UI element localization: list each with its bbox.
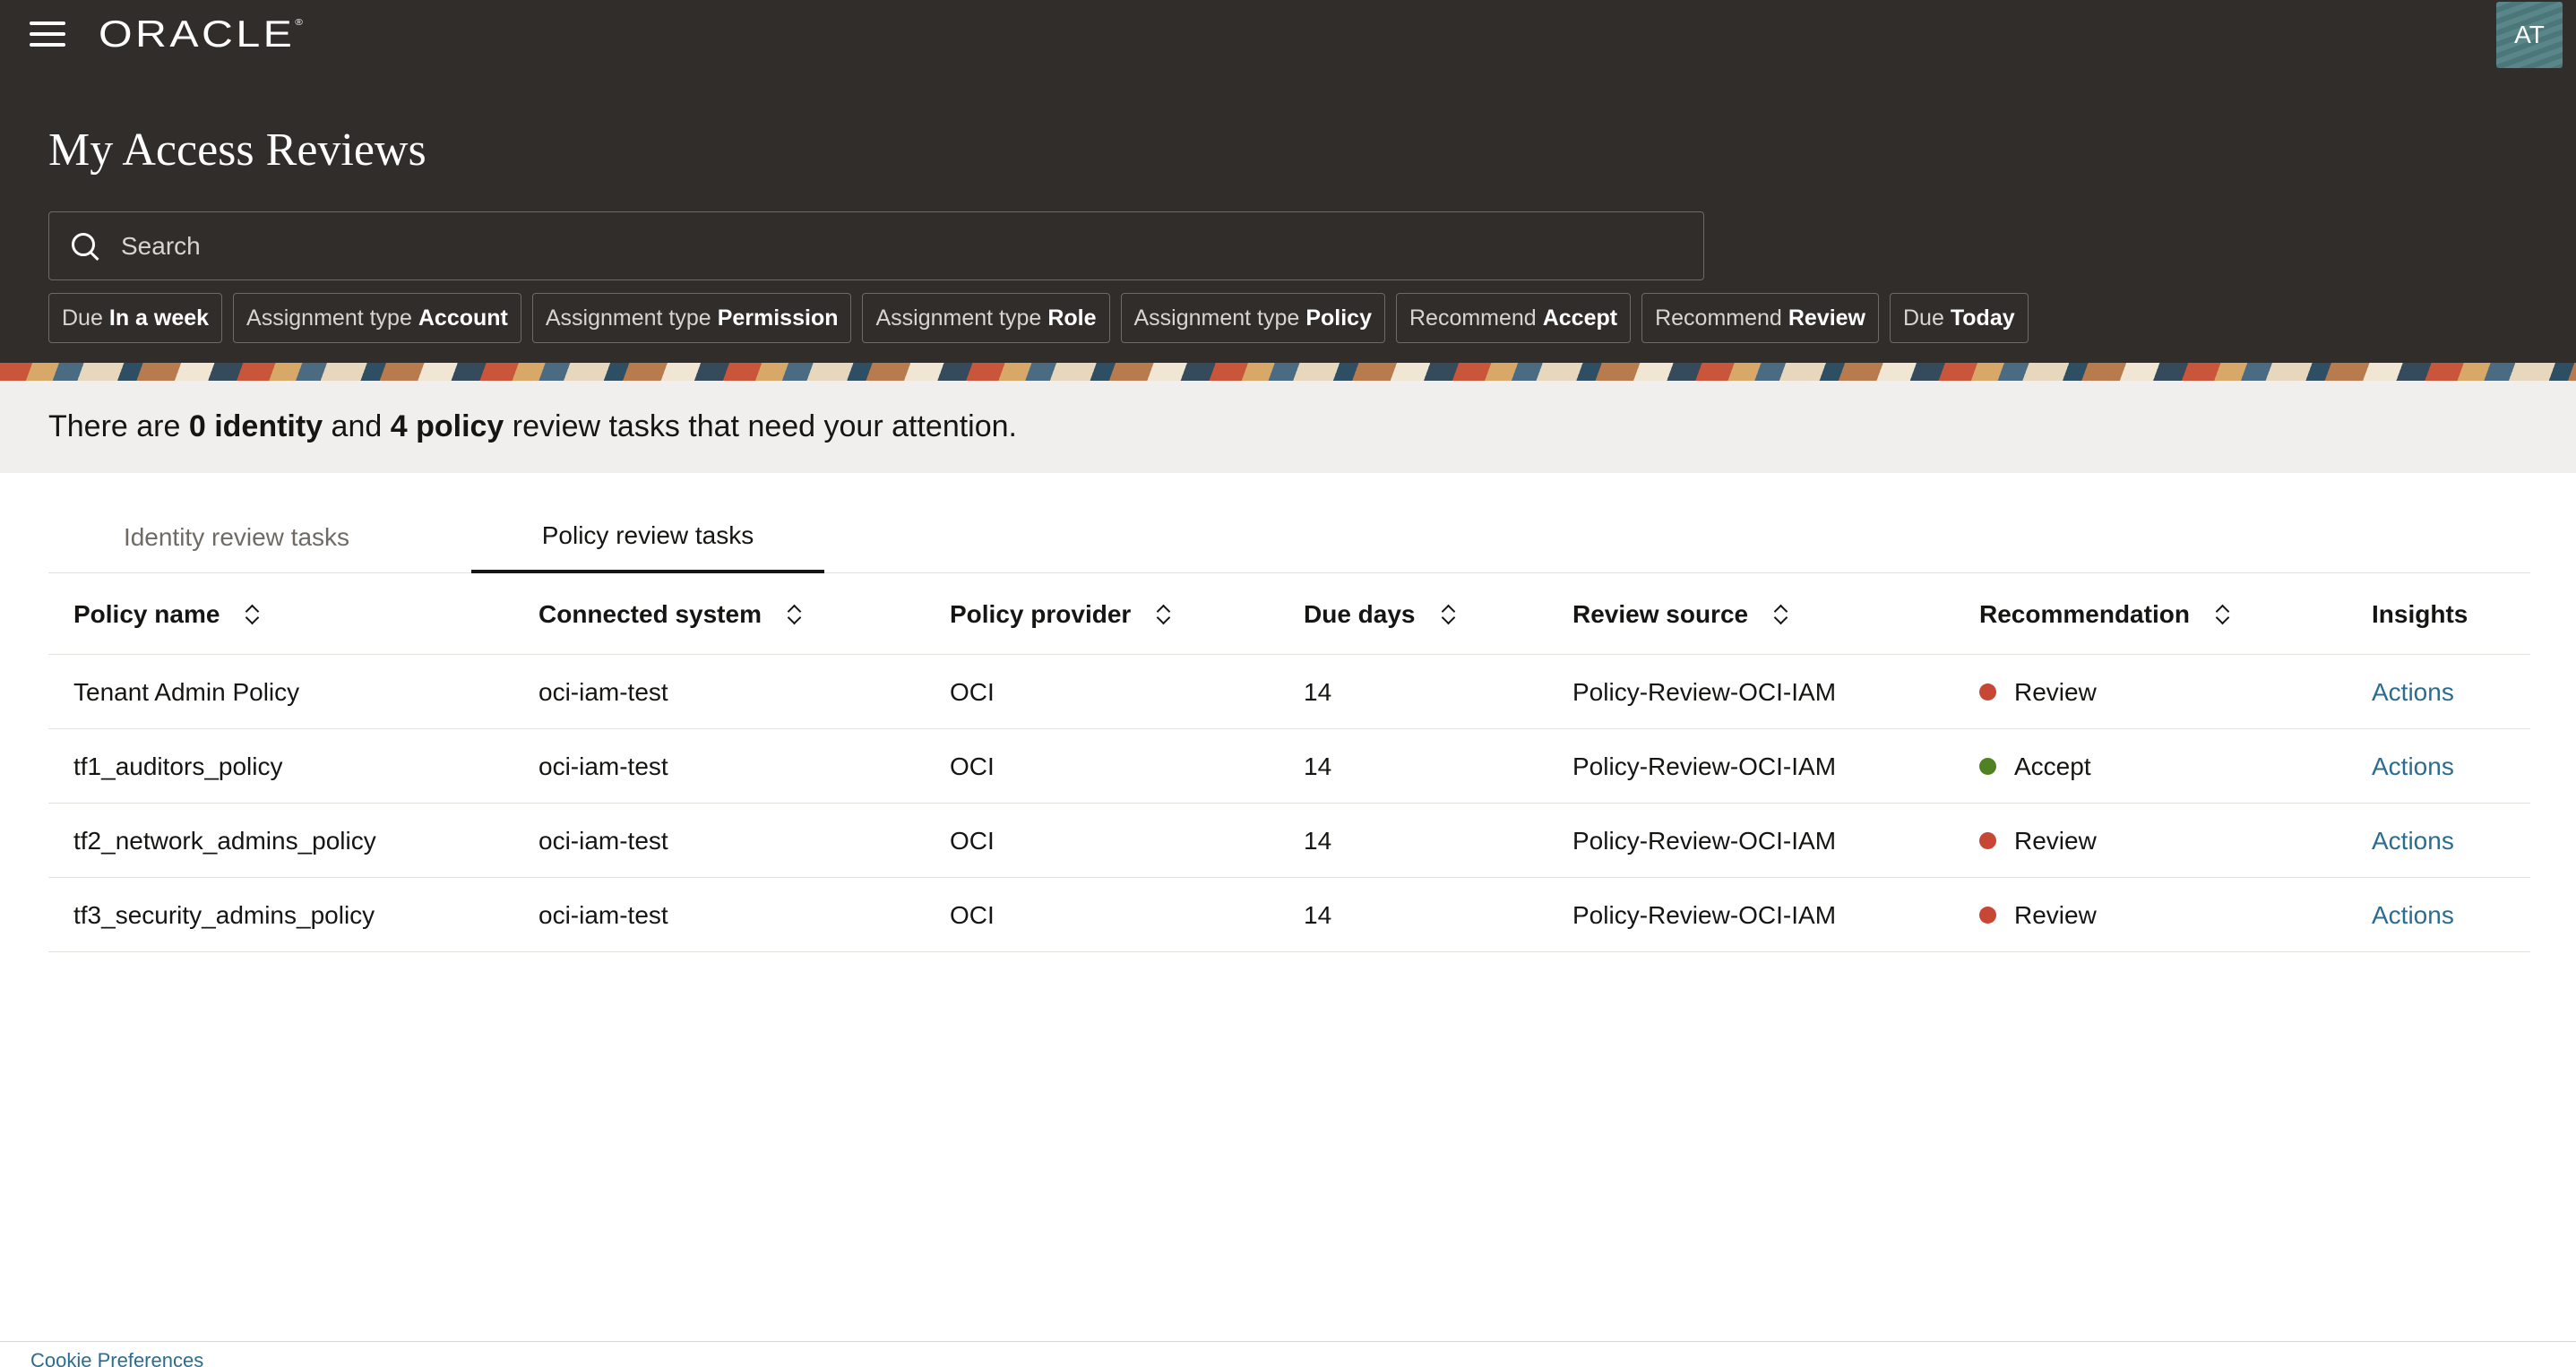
sort-icon[interactable]	[1773, 603, 1788, 626]
cell-review-source: Policy-Review-OCI-IAM	[1572, 752, 1837, 780]
cell-review-source: Policy-Review-OCI-IAM	[1572, 826, 1837, 855]
cell-recommendation: Accept	[1979, 729, 2091, 804]
cell-connected-system: oci-iam-test	[538, 826, 668, 855]
review-tabs: Identity review tasks Policy review task…	[48, 502, 2530, 573]
cell-policy-name: tf1_auditors_policy	[73, 752, 283, 780]
policy-count: 4 policy	[390, 409, 504, 443]
cell-policy-name: tf3_security_admins_policy	[73, 900, 375, 929]
table-row[interactable]: Tenant Admin Policy oci-iam-test OCI 14 …	[48, 655, 2530, 729]
sort-icon[interactable]	[1441, 603, 1455, 626]
table-header: Policy name Connected system Policy prov…	[48, 573, 2530, 655]
cell-recommendation: Review	[1979, 804, 2097, 878]
decorative-banner	[0, 363, 2576, 381]
filter-chip-assignment-role[interactable]: Assignment type Role	[862, 293, 1110, 343]
sort-icon[interactable]	[245, 603, 259, 626]
oracle-logo[interactable]: ORACLE®	[99, 13, 303, 56]
search-box[interactable]	[48, 211, 1704, 280]
column-header-policy-name[interactable]: Policy name	[73, 573, 259, 655]
actions-link[interactable]: Actions	[2372, 729, 2454, 804]
filter-chip-assignment-policy[interactable]: Assignment type Policy	[1120, 293, 1385, 343]
column-header-connected-system[interactable]: Connected system	[538, 573, 801, 655]
footer-divider	[0, 1341, 2576, 1342]
identity-count: 0 identity	[188, 409, 323, 443]
cell-connected-system: oci-iam-test	[538, 752, 668, 780]
cell-due-days: 14	[1304, 752, 1332, 780]
status-dot-icon	[1979, 907, 1996, 924]
sort-icon[interactable]	[2215, 603, 2229, 626]
cell-policy-provider: OCI	[950, 752, 995, 780]
cell-policy-name: Tenant Admin Policy	[73, 677, 300, 706]
table-row[interactable]: tf1_auditors_policy oci-iam-test OCI 14 …	[48, 729, 2530, 804]
tab-identity-review-tasks[interactable]: Identity review tasks	[48, 502, 425, 573]
sort-icon[interactable]	[787, 603, 801, 626]
summary-message: There are 0 identity and 4 policy review…	[0, 381, 2576, 473]
user-avatar[interactable]: AT	[2496, 2, 2563, 68]
column-header-due-days[interactable]: Due days	[1304, 573, 1455, 655]
filter-chip-due-today[interactable]: Due Today	[1890, 293, 2029, 343]
policy-review-table: Policy name Connected system Policy prov…	[48, 573, 2530, 952]
filter-chip-recommend-accept[interactable]: Recommend Accept	[1395, 293, 1632, 343]
tab-policy-review-tasks[interactable]: Policy review tasks	[471, 502, 824, 573]
filter-chips: Due In a week Assignment type Account Assi…	[48, 293, 2029, 343]
cell-review-source: Policy-Review-OCI-IAM	[1572, 677, 1837, 706]
status-dot-icon	[1979, 684, 1996, 701]
cell-due-days: 14	[1304, 826, 1332, 855]
page-title: My Access Reviews	[48, 125, 426, 176]
actions-link[interactable]: Actions	[2372, 655, 2454, 729]
status-dot-icon	[1979, 758, 1996, 775]
status-dot-icon	[1979, 832, 1996, 849]
cell-policy-provider: OCI	[950, 826, 995, 855]
cell-connected-system: oci-iam-test	[538, 900, 668, 929]
cell-review-source: Policy-Review-OCI-IAM	[1572, 900, 1837, 929]
search-icon	[69, 230, 101, 262]
column-header-policy-provider[interactable]: Policy provider	[950, 573, 1170, 655]
table-row[interactable]: tf2_network_admins_policy oci-iam-test O…	[48, 804, 2530, 878]
filter-chip-assignment-permission[interactable]: Assignment type Permission	[531, 293, 852, 343]
cell-due-days: 14	[1304, 900, 1332, 929]
cell-recommendation: Review	[1979, 655, 2097, 729]
column-header-recommendation[interactable]: Recommendation	[1979, 573, 2229, 655]
cell-policy-provider: OCI	[950, 677, 995, 706]
column-header-insights: Insights	[2372, 599, 2468, 628]
filter-chip-due-in-a-week[interactable]: Due In a week	[48, 293, 223, 343]
filter-chip-recommend-review[interactable]: Recommend Review	[1641, 293, 1879, 343]
actions-link[interactable]: Actions	[2372, 878, 2454, 952]
cell-policy-name: tf2_network_admins_policy	[73, 826, 376, 855]
cell-due-days: 14	[1304, 677, 1332, 706]
table-row[interactable]: tf3_security_admins_policy oci-iam-test …	[48, 878, 2530, 952]
cookie-preferences-link[interactable]: Cookie Preferences	[30, 1349, 203, 1367]
cell-connected-system: oci-iam-test	[538, 677, 668, 706]
header: ORACLE® AT My Access Reviews DueIn a wee…	[0, 0, 2576, 363]
cell-recommendation: Review	[1979, 878, 2097, 952]
actions-link[interactable]: Actions	[2372, 804, 2454, 878]
cell-policy-provider: OCI	[950, 900, 995, 929]
search-input[interactable]	[121, 231, 1644, 261]
sort-icon[interactable]	[1156, 603, 1170, 626]
filter-chip-assignment-account[interactable]: Assignment type Account	[233, 293, 521, 343]
hamburger-menu-icon[interactable]	[30, 21, 65, 48]
column-header-review-source[interactable]: Review source	[1572, 573, 1788, 655]
